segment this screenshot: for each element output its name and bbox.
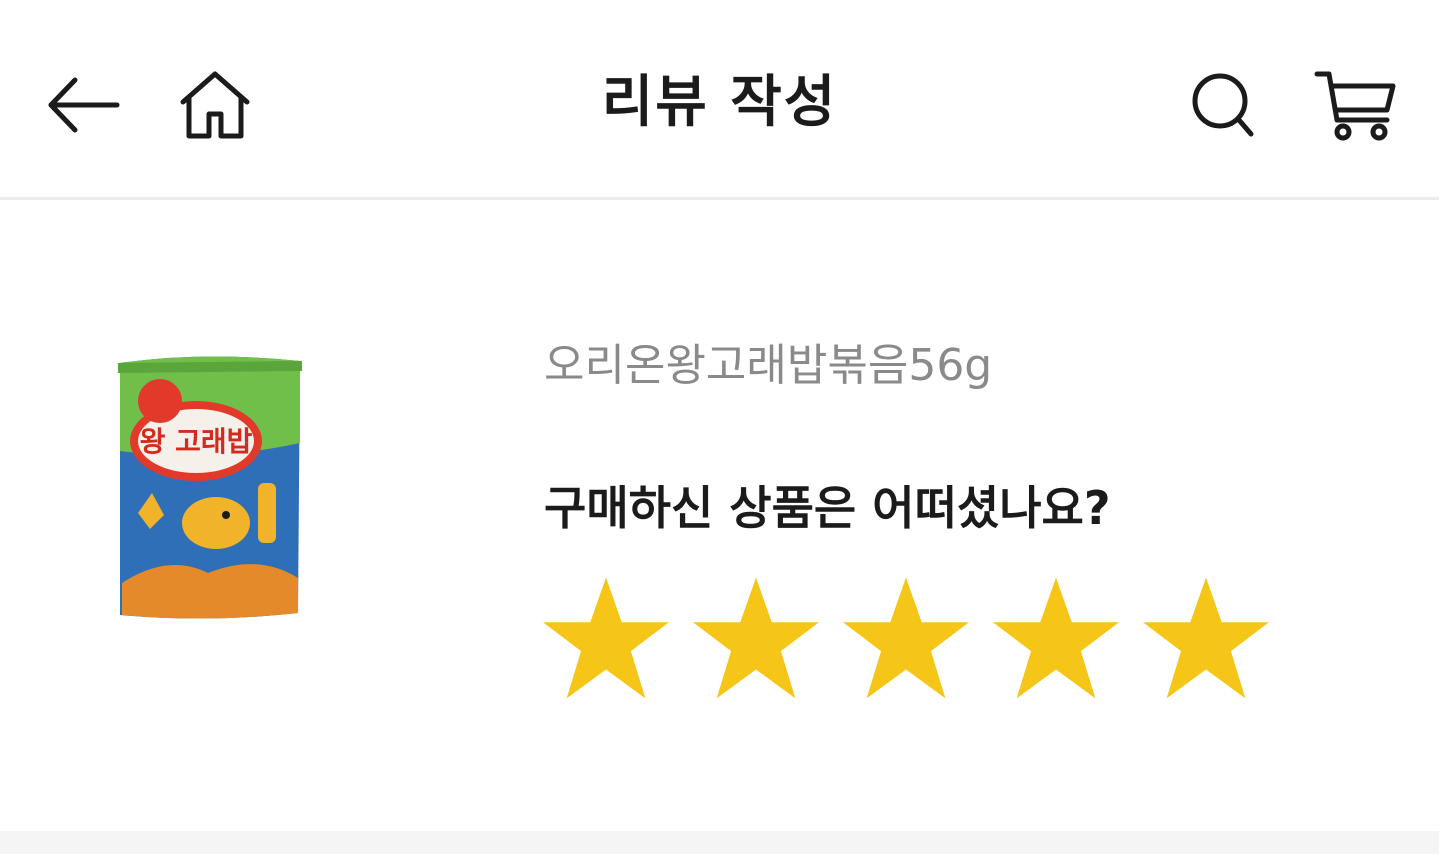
star-icon[interactable] [1140,575,1272,701]
search-button[interactable] [1178,60,1268,150]
product-review-section: 왕 고래밥 오리온왕고래밥볶음56g 구매하신 상품은 어떠셨나요? [0,203,1439,831]
product-name: 오리온왕고래밥볶음56g [544,340,993,391]
cart-button[interactable] [1310,60,1400,150]
star-icon[interactable] [540,575,672,701]
product-logo-text: 왕 고래밥 [140,425,253,458]
cart-icon [1314,71,1396,141]
product-thumbnail: 왕 고래밥 [108,323,368,633]
app-header: 리뷰 작성 [0,0,1439,200]
search-icon [1192,73,1254,137]
rating-question: 구매하신 상품은 어떠셨나요? [544,481,1111,535]
star-icon[interactable] [690,575,822,701]
star-icon[interactable] [840,575,972,701]
section-divider [0,831,1439,854]
star-icon[interactable] [990,575,1122,701]
